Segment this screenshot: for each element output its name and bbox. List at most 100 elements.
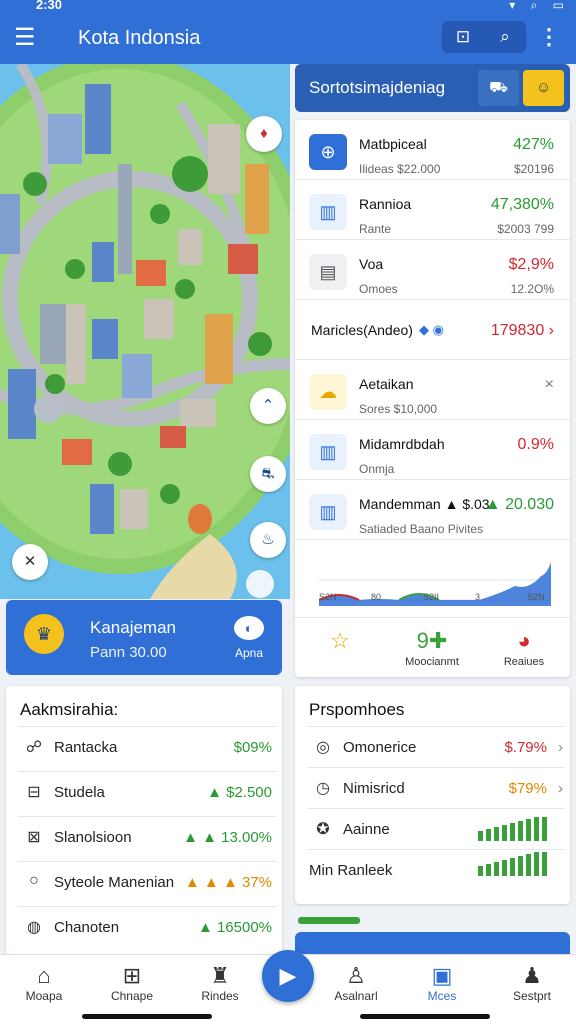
- chart-tick-label: 80: [371, 592, 382, 602]
- promo-row-name: Aainne: [343, 821, 390, 838]
- market-row[interactable]: ▤ Voa Omoes $2,9% 12.2O%: [295, 240, 570, 300]
- admin-row-icon: ⊟: [27, 784, 41, 801]
- chevron-right-icon: ›: [558, 739, 563, 756]
- more-options-icon[interactable]: ⋮: [538, 24, 560, 50]
- market-name: Maricles(Andeo): [311, 322, 413, 338]
- promo-row-name: Min Ranleek: [309, 862, 393, 879]
- apna-button[interactable]: ◐ Apna: [234, 616, 264, 660]
- nav-label: Moapa: [25, 989, 63, 1003]
- market-subvalue: $2003 799: [497, 222, 554, 236]
- market-value: 427%: [513, 136, 554, 153]
- nav-label: Sestprt: [512, 989, 551, 1003]
- layers-icon[interactable]: ⊡: [442, 21, 484, 53]
- market-value: 0.9%: [517, 436, 554, 453]
- layers-toggle-icon[interactable]: ⌃: [250, 388, 286, 424]
- chart-tick-label: S2N: [319, 592, 337, 602]
- market-icon: ▥: [309, 494, 347, 530]
- nav-item-account[interactable]: ♙ Asalnarl: [316, 963, 396, 1003]
- traffic-icon[interactable]: ⛐: [250, 456, 286, 492]
- market-value: 47,380%: [490, 196, 554, 213]
- search-icon[interactable]: ⌕: [484, 21, 526, 53]
- market-icon: ☁: [309, 374, 347, 410]
- market-value: ▲ 20.030: [484, 496, 554, 513]
- change-icon: ⊞: [122, 963, 142, 988]
- market-subvalue: $20196: [513, 162, 554, 176]
- market-row[interactable]: ⊕ Matbpiceal Ilideas $22.000 427% $20196: [295, 120, 570, 180]
- promo-row[interactable]: Min Ranleek: [307, 849, 565, 890]
- market-name: Matbpiceal: [359, 136, 427, 152]
- chart-tick-label: S2II: [423, 592, 440, 602]
- admin-row-icon: ○: [29, 872, 39, 889]
- market-sub: Sores $10,000: [359, 402, 438, 416]
- close-icon[interactable]: ✕: [12, 544, 48, 580]
- admin-row-icon: ☍: [25, 739, 43, 756]
- nav-item-settings[interactable]: ♟ Sestprt: [492, 963, 572, 1003]
- market-sub: Omoes: [359, 282, 398, 296]
- admin-row[interactable]: ⊟ Studela ▲ $2.500: [18, 771, 276, 815]
- market-row[interactable]: ▥ Midamrdbdah Onmja 0.9%: [295, 420, 570, 480]
- market-footer-item[interactable]: ☆: [295, 628, 385, 656]
- account-icon: ♙: [346, 963, 366, 988]
- appbar-actions: ⊡ ⌕: [442, 21, 526, 53]
- market-row[interactable]: ☁ Aetaikan Sores $10,000 ×: [295, 360, 570, 420]
- management-title: Kanajeman: [90, 618, 177, 637]
- market-row[interactable]: Maricles(Andeo) ◆ ◉ 179830 ›: [295, 300, 570, 360]
- admin-title: Aakmsirahia:: [20, 700, 119, 719]
- admin-row[interactable]: ⊠ Slanolsioon ▲ ▲ 13.00%: [18, 816, 276, 860]
- admin-row-value: ▲ ▲ ▲ 37%: [184, 874, 272, 891]
- promo-row-icon: ◎: [316, 739, 330, 756]
- admin-row-icon: ◍: [27, 919, 41, 936]
- market-sub: Satiaded Baano Pivites: [359, 522, 484, 536]
- nav-label: Rindes: [201, 989, 239, 1003]
- settings-icon: ♟: [522, 963, 542, 988]
- modes-icon: ▣: [431, 963, 453, 988]
- admin-row-value: ▲ 16500%: [197, 919, 272, 936]
- promo-row-value: $.79%: [504, 739, 547, 756]
- chevron-right-icon: ›: [558, 780, 563, 797]
- management-subtitle: Pann 30.00: [90, 644, 167, 661]
- promo-row[interactable]: ◷ Nimisricd $79% ›: [307, 767, 565, 808]
- admin-row[interactable]: ☍ Rantacka $09%: [18, 726, 276, 770]
- promo-row[interactable]: ✪ Aainne: [307, 808, 565, 849]
- admin-row-name: Studela: [54, 784, 105, 801]
- nav-item-rides[interactable]: ♜ Rindes: [180, 963, 260, 1003]
- play-button[interactable]: ▶: [262, 950, 314, 1002]
- menu-icon[interactable]: ☰: [14, 26, 36, 50]
- nav-item-modes[interactable]: ▣ Mces: [402, 963, 482, 1003]
- admin-row-name: Syteole Manenian: [54, 874, 175, 891]
- heat-icon[interactable]: ♨: [250, 522, 286, 558]
- market-icon: ▤: [309, 254, 347, 290]
- nav-label: Mces: [427, 989, 457, 1003]
- nav-item-home[interactable]: ⌂ Moapa: [4, 963, 84, 1003]
- nav-item-change[interactable]: ⊞ Chnape: [92, 963, 172, 1003]
- market-name: Voa: [359, 256, 384, 272]
- promo-panel: Prspomhoes ◎ Omonerice $.79% › ◷ Nimisricd $79…: [295, 686, 570, 904]
- city-map[interactable]: ♦ ⌃ ⛐ ♨ ✕: [0, 64, 290, 599]
- promo-row-value: $79%: [508, 780, 547, 797]
- map-illustration: [0, 64, 290, 599]
- truck-icon[interactable]: ⛟: [478, 70, 519, 106]
- market-footer-label: Moocianmt: [405, 656, 459, 668]
- chart-tick-label: 3: [475, 592, 481, 602]
- market-name: Midamrdbdah: [359, 436, 445, 452]
- pie-icon: ◕: [517, 628, 531, 653]
- app-bar: ☰ Kota Indonsia ⊡ ⌕ ⋮: [0, 14, 576, 64]
- avatar-icon[interactable]: ☺: [523, 70, 564, 106]
- admin-panel: Aakmsirahia: ☍ Rantacka $09% ⊟ Studela ▲ $2.5…: [6, 686, 282, 956]
- mini-bar-chart: [478, 817, 547, 841]
- admin-row[interactable]: ◍ Chanoten ▲ 16500%: [18, 906, 276, 950]
- app-title: Kota Indonsia: [78, 27, 201, 49]
- market-name: Rannioa: [359, 196, 412, 212]
- market-footer-item[interactable]: ◕ Reaiues: [479, 628, 569, 668]
- market-row[interactable]: ▥ Mandemman ▲ $.03. Satiaded Baano Pivites…: [295, 480, 570, 540]
- admin-row[interactable]: ○ Syteole Manenian ▲ ▲ ▲ 37%: [18, 861, 276, 905]
- location-pin-icon[interactable]: ♦: [246, 116, 282, 152]
- market-footer-item[interactable]: 9✚ Moocianmt: [387, 628, 477, 668]
- promo-row[interactable]: ◎ Omonerice $.79% ›: [307, 726, 565, 767]
- cloud-icon: ◐: [234, 616, 264, 640]
- home-indicator-right: [360, 1014, 490, 1019]
- market-value: ×: [544, 376, 554, 393]
- market-row[interactable]: ▥ Rannioa Rante 47,380% $2003 799: [295, 180, 570, 240]
- management-card[interactable]: ♛ Kanajeman Pann 30.00 ◐ Apna: [6, 600, 282, 675]
- mini-bar-chart: [478, 852, 547, 876]
